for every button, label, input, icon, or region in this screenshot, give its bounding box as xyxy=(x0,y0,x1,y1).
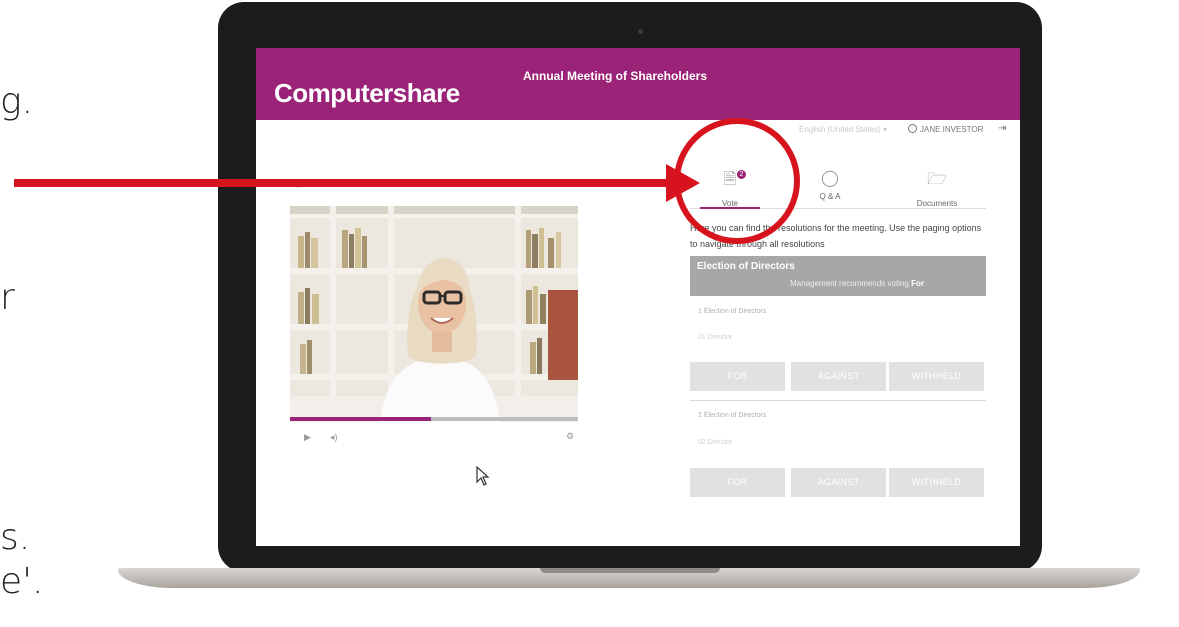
item-2-title: 2 Election of Directors xyxy=(698,412,767,419)
meeting-title: Annual Meeting of Shareholders xyxy=(523,69,708,83)
annotation-arrow-shaft xyxy=(14,179,668,187)
item-1-for-button[interactable]: FOR xyxy=(690,362,785,391)
video-player[interactable] xyxy=(290,206,578,422)
side-text-line-2: r xyxy=(0,277,15,318)
side-text-line-1: g. xyxy=(0,81,34,122)
side-text-line-3: s. xyxy=(0,517,31,558)
recommendation-value: For xyxy=(911,279,924,288)
recommendation-text: Management recommends voting xyxy=(790,279,909,288)
tab-documents-label: Documents xyxy=(916,199,958,208)
item-1-nominee: 01 Director xyxy=(698,334,733,341)
logout-icon[interactable]: ⇥ xyxy=(998,123,1006,134)
management-recommendation: Management recommends voting For xyxy=(790,279,924,288)
webcam xyxy=(638,29,643,34)
tab-qa[interactable]: ◯ Q & A xyxy=(800,168,860,201)
video-progress-bar[interactable] xyxy=(290,417,578,421)
item-1-title: 1 Election of Directors xyxy=(698,308,767,315)
laptop-screen: Computershare Annual Meeting of Sharehol… xyxy=(256,48,1020,546)
item-divider xyxy=(690,400,986,401)
item-2-withheld-button[interactable]: WITHHELD xyxy=(889,468,984,497)
side-text-line-4: e'. xyxy=(0,561,44,602)
tab-qa-label: Q & A xyxy=(819,192,841,201)
laptop-notch xyxy=(540,568,720,573)
user-icon xyxy=(908,124,917,133)
item-1-against-button[interactable]: AGAINST xyxy=(791,362,886,391)
item-2-against-button[interactable]: AGAINST xyxy=(791,468,886,497)
resolution-title: Election of Directors xyxy=(697,261,795,272)
user-menu[interactable]: JANE INVESTOR xyxy=(908,124,983,134)
volume-icon[interactable]: ◂) xyxy=(330,432,338,443)
chat-bubble-icon: ◯ xyxy=(821,170,839,187)
item-2-for-button[interactable]: FOR xyxy=(690,468,785,497)
language-selector[interactable]: English (United States) ▾ xyxy=(799,125,887,134)
app-header: Computershare Annual Meeting of Sharehol… xyxy=(256,48,1020,120)
tab-documents[interactable]: 🗁 Documents xyxy=(892,168,982,208)
video-frame xyxy=(290,206,578,422)
item-1-withheld-button[interactable]: WITHHELD xyxy=(889,362,984,391)
item-2-nominee: 02 Director xyxy=(698,439,733,446)
play-icon[interactable]: ▶ xyxy=(304,432,311,443)
user-name: JANE INVESTOR xyxy=(920,125,984,134)
settings-icon[interactable]: ⚙ xyxy=(566,431,574,442)
resolution-header: Election of Directors Management recomme… xyxy=(690,256,986,296)
video-progress-fill xyxy=(290,417,432,421)
folder-icon: 🗁 xyxy=(927,171,947,188)
computershare-logo[interactable]: Computershare xyxy=(274,78,460,109)
mouse-cursor-icon xyxy=(476,466,490,486)
language-label: English (United States) xyxy=(799,125,881,134)
annotation-highlight-circle xyxy=(674,118,800,244)
